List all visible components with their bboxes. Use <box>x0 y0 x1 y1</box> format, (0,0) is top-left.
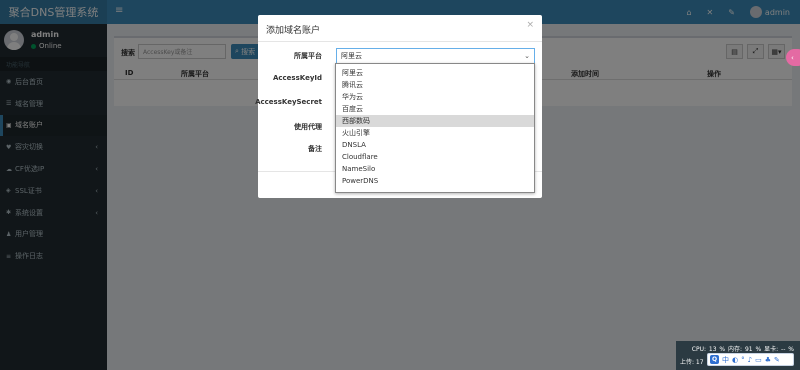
dropdown-option[interactable]: DNSLA <box>336 139 534 151</box>
moon-icon[interactable]: ◐ <box>732 356 738 364</box>
voice-icon[interactable]: ♪ <box>748 356 752 364</box>
ime-toolbar[interactable]: Q 中 ◐ ° ♪ ▭ ♣ ✎ <box>707 353 794 366</box>
proxy-label: 使用代理 <box>294 123 322 131</box>
punctuation-icon[interactable]: ° <box>741 356 745 364</box>
dropdown-option-highlighted[interactable]: 西部数码 <box>336 115 534 127</box>
ime-mode-label[interactable]: 中 <box>722 355 729 365</box>
system-usage-text: CPU: 13 % 内存: 91 % 显卡: -- % <box>691 346 794 353</box>
modal-header: 添加域名账户 × <box>258 15 542 42</box>
dropdown-option[interactable]: 阿里云 <box>336 67 534 79</box>
accesskeysecret-label: AccessKeySecret <box>255 98 322 106</box>
dropdown-option[interactable]: 火山引擎 <box>336 127 534 139</box>
floating-assistant-button[interactable]: ‹ <box>786 49 800 66</box>
platform-select[interactable]: 阿里云 ⌄ <box>336 48 535 64</box>
tools-icon[interactable]: ✎ <box>774 356 780 364</box>
platform-row: 所属平台 阿里云 ⌄ <box>258 48 542 64</box>
chevron-down-icon: ⌄ <box>524 52 530 60</box>
dropdown-option[interactable]: 华为云 <box>336 91 534 103</box>
remark-label: 备注 <box>308 145 322 153</box>
platform-dropdown-list: 阿里云 腾讯云 华为云 百度云 西部数码 火山引擎 DNSLA Cloudfla… <box>335 63 535 193</box>
platform-label: 所属平台 <box>294 52 322 60</box>
dropdown-option[interactable]: 百度云 <box>336 103 534 115</box>
shirt-icon[interactable]: ♣ <box>765 356 771 364</box>
dropdown-option[interactable]: 腾讯云 <box>336 79 534 91</box>
close-icon[interactable]: × <box>526 20 534 30</box>
accesskeyid-label: AccessKeyId <box>272 74 322 82</box>
upload-speed-text: 上传: 17 <box>680 359 704 366</box>
ime-logo-icon: Q <box>710 355 719 364</box>
modal-title: 添加域名账户 <box>266 26 321 36</box>
dropdown-option[interactable]: Cloudflare <box>336 151 534 163</box>
platform-selected-value: 阿里云 <box>341 52 362 60</box>
chevron-left-icon: ‹ <box>791 53 794 62</box>
dropdown-option[interactable]: NameSilo <box>336 163 534 175</box>
dropdown-option[interactable]: PowerDNS <box>336 175 534 187</box>
keyboard-icon[interactable]: ▭ <box>755 356 762 364</box>
